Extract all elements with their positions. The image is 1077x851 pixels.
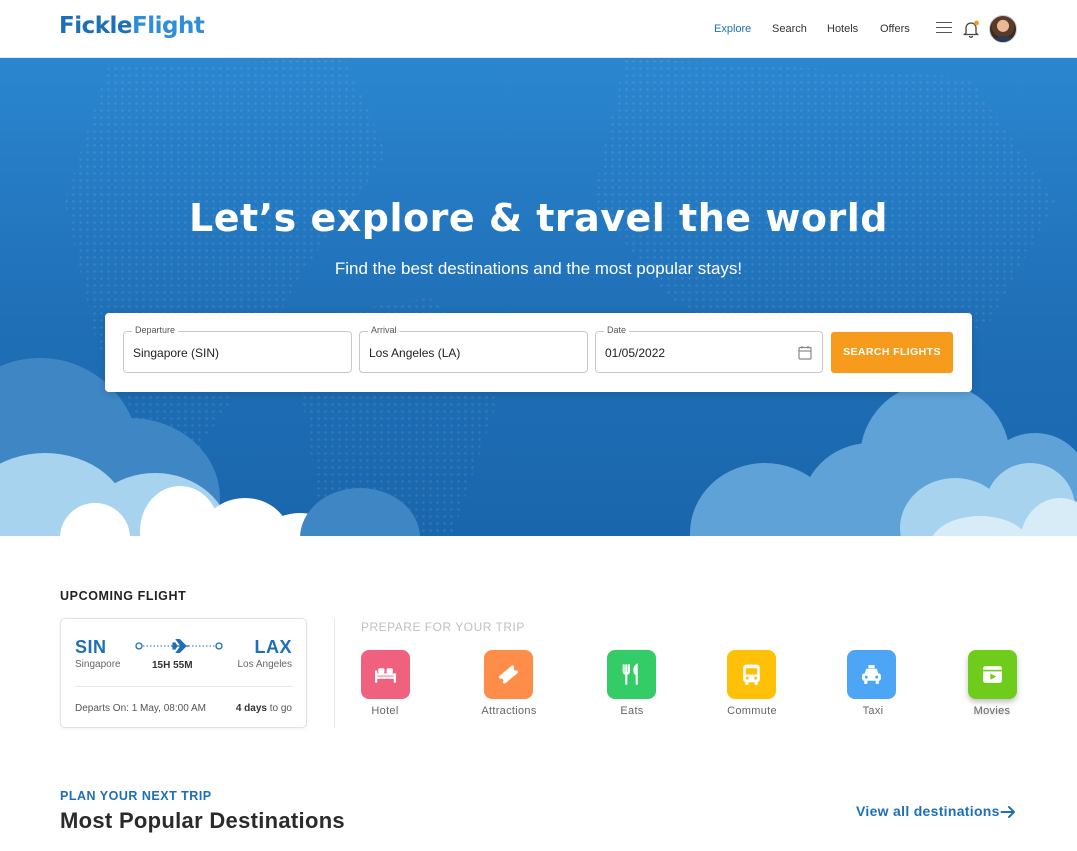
hotel-tile[interactable] (361, 650, 410, 699)
destination-code: LAX (254, 637, 292, 657)
arrow-right-icon[interactable] (1000, 804, 1016, 820)
view-all-destinations-link[interactable]: View all destinations (856, 803, 1000, 819)
nav-offers[interactable]: Offers (880, 23, 910, 35)
hero-banner: Let’s explore & travel the world Find th… (0, 58, 1077, 536)
flight-route-icon (135, 639, 223, 653)
hero-title: Let’s explore & travel the world (189, 196, 888, 240)
prepare-trip-heading: PREPARE FOR YOUR TRIP (361, 620, 525, 634)
bed-icon (374, 668, 397, 683)
upcoming-flight-heading: UPCOMING FLIGHT (60, 589, 187, 603)
popular-destinations-title: Most Popular Destinations (60, 808, 345, 833)
logo-part-flight: Flight (132, 13, 205, 39)
nav-search[interactable]: Search (772, 23, 807, 35)
movie-icon (983, 666, 1002, 683)
ticket-icon (498, 665, 519, 684)
days-count: 4 days (235, 703, 267, 714)
departure-label: Departure (132, 325, 179, 335)
arrival-field[interactable]: Arrival Los Angeles (LA) (359, 325, 588, 373)
commute-tile[interactable] (727, 650, 776, 699)
departure-time: Departs On: 1 May, 08:00 AM (75, 703, 206, 714)
days-suffix: to go (266, 703, 292, 714)
nav-explore[interactable]: Explore (714, 23, 751, 35)
date-field[interactable]: Date 01/05/2022 (595, 325, 823, 373)
tile-label-taxi: Taxi (862, 705, 884, 717)
eats-tile[interactable] (607, 650, 656, 699)
tile-label-commute: Commute (727, 705, 777, 717)
card-divider (75, 686, 293, 687)
days-to-go: 4 days to go (236, 703, 292, 714)
calendar-icon[interactable] (798, 345, 812, 360)
tile-label-hotel: Hotel (371, 705, 399, 717)
date-label: Date (604, 325, 630, 335)
departure-field[interactable]: Departure Singapore (SIN) (123, 325, 352, 373)
attractions-tile[interactable] (484, 650, 533, 699)
movies-tile[interactable] (968, 650, 1017, 699)
origin-code: SIN (75, 637, 107, 657)
user-avatar[interactable] (989, 15, 1017, 43)
date-value: 01/05/2022 (605, 346, 666, 360)
plan-next-trip-heading: PLAN YOUR NEXT TRIP (60, 789, 212, 803)
hero-subtitle: Find the best destinations and the most … (334, 259, 743, 278)
search-flights-button[interactable]: SEARCH FLIGHTS (831, 332, 953, 373)
tile-label-movies: Movies (973, 705, 1011, 717)
flight-duration: 15H 55M (152, 660, 193, 671)
arrival-label: Arrival (368, 325, 400, 335)
tile-label-eats: Eats (620, 705, 644, 717)
notification-bell-icon[interactable] (962, 19, 980, 39)
tile-label-attractions: Attractions (481, 705, 537, 717)
taxi-tile[interactable] (847, 650, 896, 699)
taxi-icon (862, 665, 881, 684)
flight-search-form: Departure Singapore (SIN) Arrival Los An… (105, 313, 972, 392)
logo[interactable]: FickleFlight (59, 13, 205, 39)
section-divider (334, 618, 335, 728)
utensils-icon (622, 663, 638, 685)
upcoming-flight-card[interactable]: SIN Singapore LAX Los Angeles 15H 55M De… (60, 618, 307, 728)
origin-city: Singapore (75, 659, 121, 670)
nav-hotels[interactable]: Hotels (827, 23, 858, 35)
logo-part-fickle: Fickle (59, 13, 133, 39)
destination-city: Los Angeles (237, 659, 293, 670)
hamburger-menu-icon[interactable] (936, 22, 952, 34)
top-header: FickleFlight Explore Search Hotels Offer… (0, 0, 1077, 58)
arrival-value: Los Angeles (LA) (369, 346, 461, 360)
departure-value: Singapore (SIN) (133, 346, 220, 360)
bus-icon (743, 664, 760, 685)
